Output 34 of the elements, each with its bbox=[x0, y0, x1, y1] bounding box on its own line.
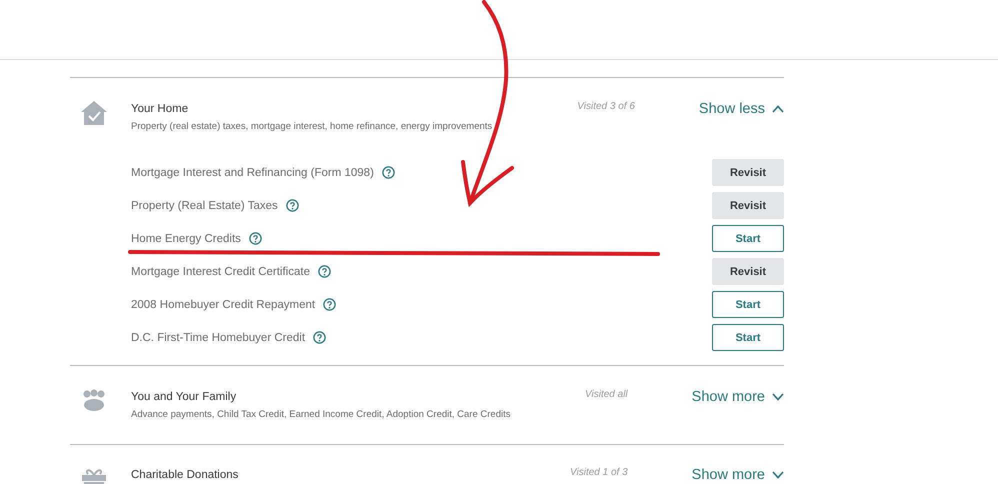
section-title: You and Your Family bbox=[131, 390, 238, 405]
revisit-button[interactable]: Revisit bbox=[712, 192, 784, 219]
chevron-up-icon bbox=[772, 105, 784, 113]
visited-status: Visited 3 of 6 bbox=[577, 100, 635, 114]
visited-status: Visited all bbox=[585, 388, 628, 402]
topic-label: Mortgage Interest Credit Certificate bbox=[131, 266, 310, 278]
revisit-button[interactable]: Revisit bbox=[712, 159, 784, 186]
people-icon bbox=[81, 388, 107, 414]
topic-label: D.C. First-Time Homebuyer Credit bbox=[131, 332, 306, 344]
start-button[interactable]: Start bbox=[712, 225, 784, 252]
help-icon[interactable] bbox=[286, 199, 299, 212]
section-title: Charitable Donations bbox=[131, 468, 240, 483]
section-title: Your Home bbox=[131, 102, 190, 117]
help-icon[interactable] bbox=[323, 298, 336, 311]
help-icon[interactable] bbox=[313, 331, 326, 344]
topic-label: Property (Real Estate) Taxes bbox=[131, 200, 278, 212]
section-description: Property (real estate) taxes, mortgage interest, home refinance, energy improvements bbox=[131, 120, 494, 133]
chevron-down-icon bbox=[772, 471, 784, 479]
house-check-icon bbox=[81, 100, 107, 126]
show-toggle[interactable]: Show more bbox=[692, 389, 784, 405]
section-description: Advance payments, Child Tax Credit, Earned Income Credit, Adoption Credit, Care Credits bbox=[131, 408, 512, 421]
show-toggle[interactable]: Show more bbox=[692, 467, 784, 483]
start-button[interactable]: Start bbox=[712, 324, 784, 351]
topic-label: 2008 Homebuyer Credit Repayment bbox=[131, 298, 316, 310]
help-icon[interactable] bbox=[248, 232, 262, 245]
topic-label: Home Energy Credits bbox=[131, 232, 241, 244]
revisit-button[interactable]: Revisit bbox=[712, 258, 784, 285]
visited-status: Visited 1 of 3 bbox=[570, 466, 628, 480]
help-icon[interactable] bbox=[318, 265, 331, 278]
topic-label: Mortgage Interest and Refinancing (Form 1098) bbox=[131, 166, 374, 178]
start-button[interactable]: Start bbox=[712, 291, 784, 318]
chevron-down-icon bbox=[772, 393, 784, 401]
help-icon[interactable] bbox=[382, 166, 395, 179]
show-toggle[interactable]: Show less bbox=[698, 101, 784, 117]
